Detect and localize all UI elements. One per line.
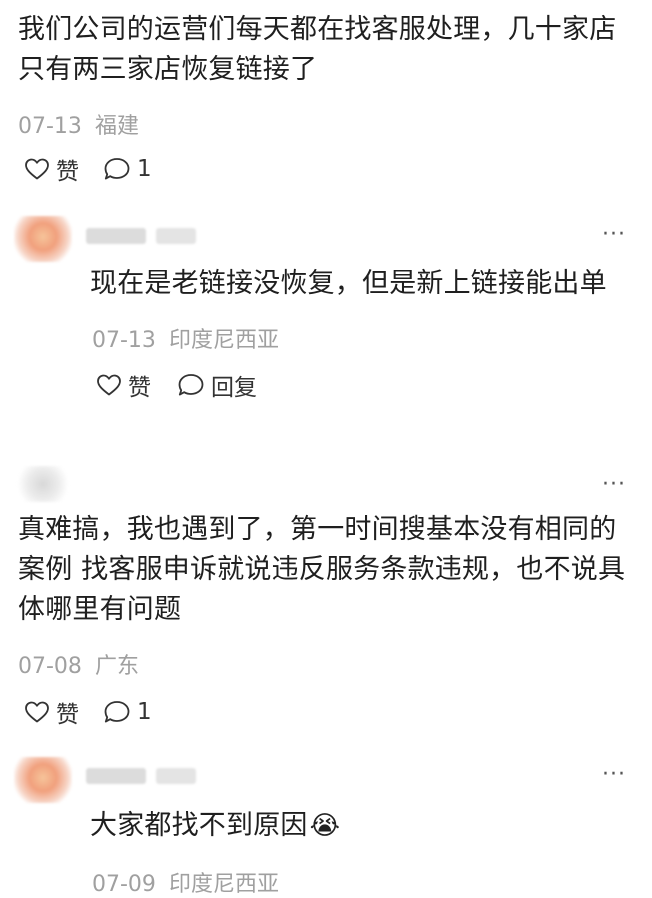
username-blurred[interactable] [86, 228, 196, 244]
reply-1-like-label: 赞 [128, 375, 151, 401]
reply-2-more-button[interactable]: ··· [602, 762, 626, 787]
comment-1-date: 07-13 [18, 114, 82, 139]
reply-1-reply-button[interactable]: 回复 [177, 368, 257, 402]
reply-1-reply-label: 回复 [211, 375, 257, 401]
reply-2-date: 07-09 [92, 872, 156, 897]
avatar[interactable] [14, 466, 72, 502]
comment-2-like-label: 赞 [56, 702, 79, 728]
comment-2-reply-count: 1 [137, 699, 152, 725]
reply-2-text: 大家都找不到原因 [90, 810, 308, 841]
avatar[interactable] [14, 216, 72, 262]
reply-2-meta: 07-09 印度尼西亚 [92, 866, 279, 898]
heart-outline-icon [96, 373, 122, 397]
comment-1-text: 我们公司的运营们每天都在找客服处理，几十家店只有两三家店恢复链接了 [18, 14, 617, 85]
reply-1-more-button[interactable]: ··· [602, 222, 626, 247]
reply-1-meta: 07-13 印度尼西亚 [92, 322, 279, 354]
username-blurred[interactable] [86, 768, 196, 784]
speech-bubble-icon [177, 372, 205, 398]
reply-2-text-row: 大家都找不到原因 😭 [90, 806, 340, 846]
comment-1: 我们公司的运营们每天都在找客服处理，几十家店只有两三家店恢复链接了 [18, 10, 628, 90]
comment-2-like-button[interactable]: 赞 [24, 695, 79, 729]
comment-2-more-button[interactable]: ··· [602, 472, 626, 497]
comment-1-reply-count: 1 [137, 156, 152, 182]
comment-2-location: 广东 [94, 654, 139, 679]
heart-outline-icon [24, 157, 50, 181]
comment-2-meta: 07-08 广东 [18, 648, 139, 680]
comment-2-date: 07-08 [18, 654, 82, 679]
avatar[interactable] [14, 757, 72, 803]
comment-2-text: 真难搞，我也遇到了，第一时间搜基本没有相同的案例 找客服申诉就说违反服务条款违规… [18, 514, 626, 625]
comment-1-reply-button[interactable]: 1 [103, 156, 152, 182]
reply-2-location: 印度尼西亚 [168, 872, 279, 897]
comment-1-actions: 赞 1 [24, 152, 152, 186]
heart-outline-icon [24, 700, 50, 724]
comment-2-reply-button[interactable]: 1 [103, 699, 152, 725]
comment-1-like-label: 赞 [56, 159, 79, 185]
reply-1-location: 印度尼西亚 [168, 328, 279, 353]
reply-1-date: 07-13 [92, 328, 156, 353]
speech-bubble-icon [103, 699, 131, 725]
crying-emoji-icon: 😭 [309, 811, 340, 841]
reply-1-text: 现在是老链接没恢复，但是新上链接能出单 [90, 268, 607, 299]
comment-1-meta: 07-13 福建 [18, 108, 139, 140]
reply-1-actions: 赞 回复 [96, 368, 257, 402]
reply-1-like-button[interactable]: 赞 [96, 368, 151, 402]
comment-1-location: 福建 [94, 114, 139, 139]
comment-1-like-button[interactable]: 赞 [24, 152, 79, 186]
comment-2-actions: 赞 1 [24, 695, 152, 729]
speech-bubble-icon [103, 156, 131, 182]
